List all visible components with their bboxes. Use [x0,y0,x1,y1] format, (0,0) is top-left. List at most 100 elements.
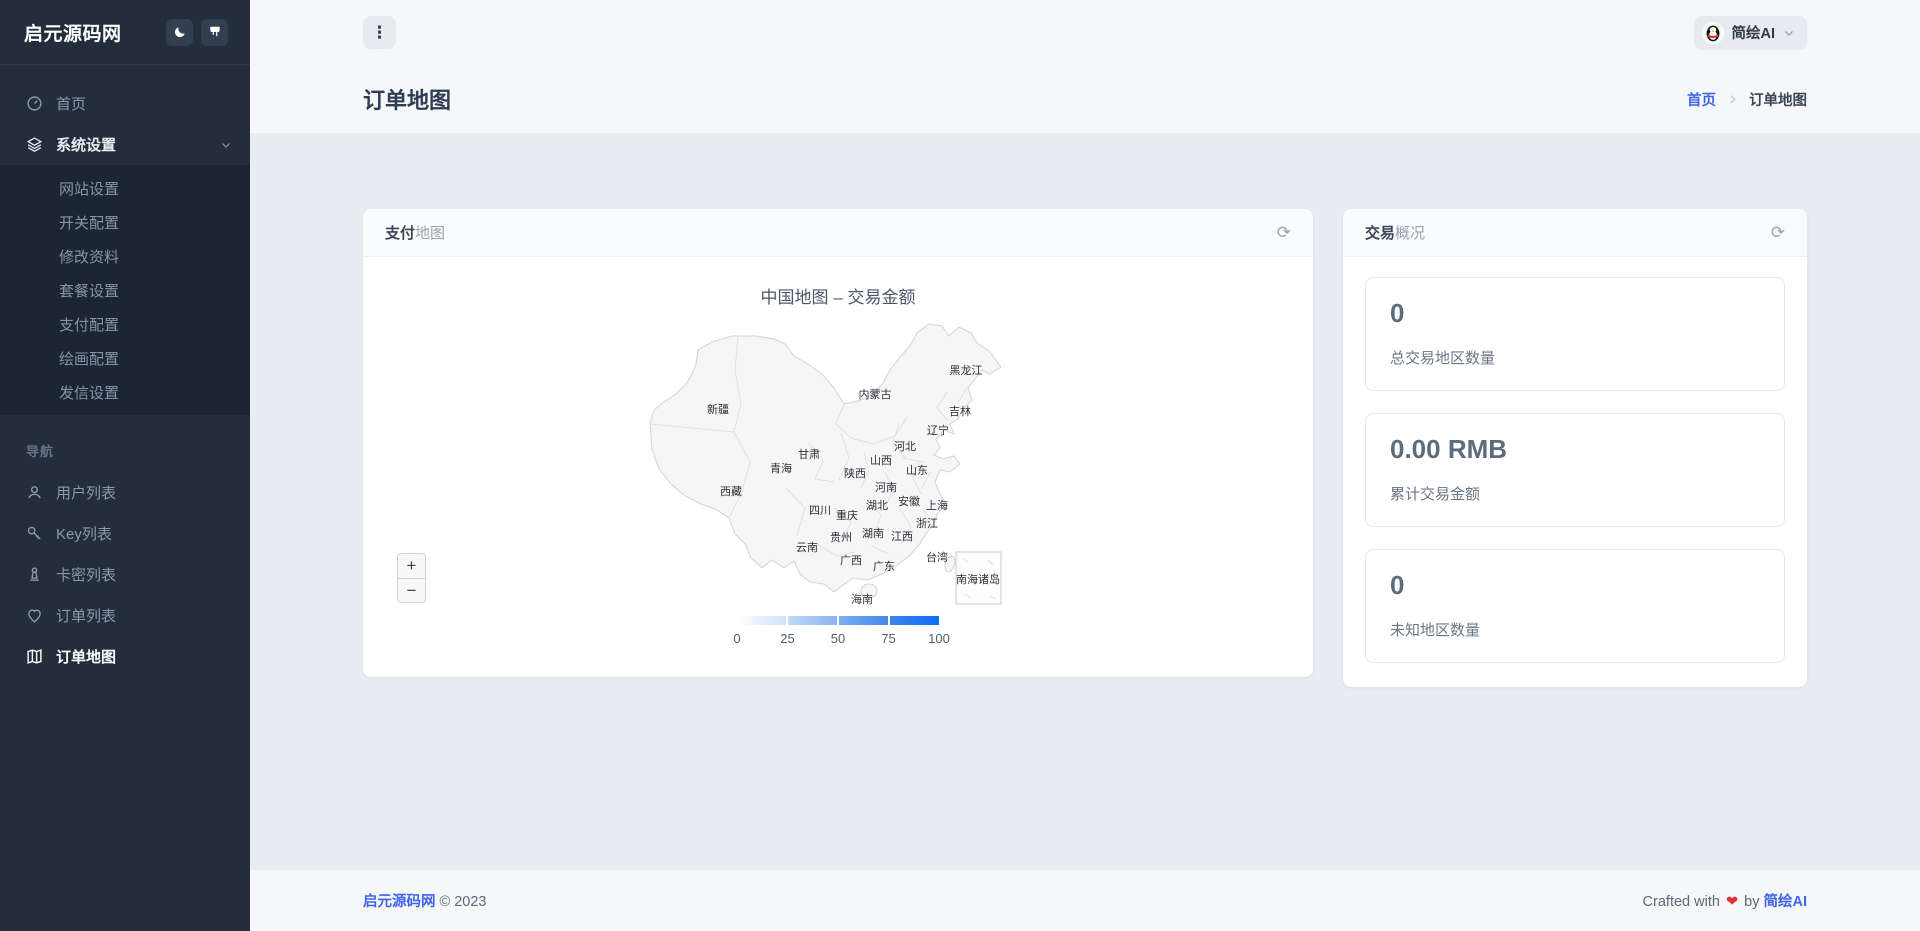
map-region-label[interactable]: 台湾 [926,550,948,564]
sidebar-subitem-switch-config[interactable]: 开关配置 [0,205,250,239]
map-region-label[interactable]: 湖北 [866,499,888,512]
footer-author-link[interactable]: 简绘AI [1764,894,1808,910]
legend-gradient-bar[interactable] [737,616,939,625]
map-region-label[interactable]: 青海 [770,461,792,475]
map-region-label[interactable]: 上海 [926,498,948,512]
map-region-label[interactable]: 吉林 [949,404,971,418]
stats-card-title: 交易概况 [1365,222,1425,243]
map-region-label[interactable]: 甘肃 [798,448,820,461]
topbar: ⋮ 简绘AI [250,0,1920,65]
legend-tick: 100 [928,631,950,646]
page-title: 订单地图 [363,83,451,115]
map-region-label[interactable]: 山西 [870,454,892,467]
map-region-label[interactable]: 山东 [906,464,928,477]
brush-icon [208,25,222,39]
map-region-label[interactable]: 广西 [840,554,862,567]
sidebar-item-home[interactable]: 首页 [0,83,250,124]
sidebar-item-system-settings[interactable]: 系统设置 [0,124,250,165]
stat-value: 0.00 RMB [1390,434,1760,465]
map-region-label[interactable]: 河南 [875,481,897,494]
user-menu[interactable]: 简绘AI [1694,16,1808,50]
sidebar-item-key-list[interactable]: Key列表 [0,513,250,554]
stamp-icon [26,566,43,583]
map-region-label[interactable]: 四川 [809,505,831,517]
footer-left: 启元源码网 © 2023 [363,890,487,911]
refresh-icon[interactable]: ⟳ [1277,224,1291,241]
breadcrumb-home-link[interactable]: 首页 [1687,89,1716,110]
sidebar-item-order-list[interactable]: 订单列表 [0,595,250,636]
map-region-label[interactable]: 陕西 [844,466,866,480]
stat-label: 总交易地区数量 [1390,347,1760,368]
map-region-label[interactable]: 江西 [891,530,913,543]
map-region-label[interactable]: 云南 [796,541,818,554]
footer-right: Crafted with ❤ by 简绘AI [1643,890,1807,911]
sidebar-subitem-plan-settings[interactable]: 套餐设置 [0,273,250,307]
sidebar-item-label: 用户列表 [56,482,232,503]
zoom-in-button[interactable]: + [398,554,425,578]
legend-tick: 25 [780,631,794,646]
sidebar-item-card-key-list[interactable]: 卡密列表 [0,554,250,595]
map-card-title: 支付地图 [385,222,445,243]
sidebar-item-label: 卡密列表 [56,564,232,585]
more-vertical-button[interactable]: ⋮ [363,16,396,49]
map-region-label[interactable]: 广东 [873,560,895,573]
avatar [1702,22,1724,44]
stat-label: 未知地区数量 [1390,619,1760,640]
stat-unknown-regions: 0 未知地区数量 [1365,549,1785,663]
user-name: 简绘AI [1732,22,1776,43]
map-region-label[interactable]: 湖南 [862,527,884,540]
map-region-label[interactable]: 新疆 [707,402,729,416]
map-region-label[interactable]: 浙江 [916,517,938,530]
zoom-out-button[interactable]: − [398,578,425,602]
chevron-right-icon [1726,93,1739,106]
map-card-header: 支付地图 ⟳ [363,209,1313,257]
qq-penguin-icon [1702,22,1724,44]
map-region-label[interactable]: 内蒙古 [859,387,892,401]
map-zoom-control: + − [397,553,426,603]
heart-icon: ❤ [1726,894,1738,910]
chevron-down-icon [220,139,232,151]
app-logo: 启元源码网 [24,19,122,46]
sidebar-subitem-edit-profile[interactable]: 修改资料 [0,239,250,273]
china-outline[interactable] [650,324,1001,592]
dark-mode-button[interactable] [166,19,193,46]
sidebar-subitem-payment-config[interactable]: 支付配置 [0,307,250,341]
map-region-label[interactable]: 海南 [851,592,873,606]
moon-icon [173,25,187,39]
sidebar-item-label: 系统设置 [56,134,207,155]
map-region-label[interactable]: 南海诸岛 [956,572,1000,586]
sidebar-subitem-site-settings[interactable]: 网站设置 [0,171,250,205]
transaction-overview-card: 交易概况 ⟳ 0 总交易地区数量 0.00 RMB 累计交易金额 0 [1343,209,1807,687]
footer-site-link[interactable]: 启元源码网 [363,894,436,910]
stat-total-regions: 0 总交易地区数量 [1365,277,1785,391]
sidebar-logo-bar: 启元源码网 [0,0,250,65]
breadcrumb: 首页 订单地图 [1687,89,1807,110]
map-region-label[interactable]: 河北 [894,440,916,453]
map-region-label[interactable]: 贵州 [830,531,852,544]
map-region-label[interactable]: 重庆 [836,508,858,522]
map-region-label[interactable]: 黑龙江 [950,364,983,377]
sidebar-item-order-map[interactable]: 订单地图 [0,636,250,677]
legend-tick: 50 [831,631,845,646]
footer-crafted-text: Crafted with [1643,894,1720,910]
user-icon [26,484,43,501]
footer-by-text: by [1744,894,1759,910]
china-map-svg[interactable]: 新疆西藏 青海甘肃 内蒙古 黑龙江吉林辽宁河北山西陕西 山东河南安徽上海四川重庆湖北浙江… [638,312,1038,618]
sidebar-section-label: 导航 [0,441,250,472]
sidebar-menu: 首页 系统设置 网站设置 开关配置 修改资料 套餐设置 支付配置 绘画配置 发信… [0,65,250,677]
refresh-icon[interactable]: ⟳ [1771,224,1785,241]
stat-total-amount: 0.00 RMB 累计交易金额 [1365,413,1785,527]
map-region-label[interactable]: 辽宁 [927,423,949,437]
map-region-label[interactable]: 西藏 [720,485,742,498]
legend-tick: 0 [733,631,740,646]
theme-button[interactable] [201,19,228,46]
stat-value: 0 [1390,298,1760,329]
sidebar-item-user-list[interactable]: 用户列表 [0,472,250,513]
map-legend: 0 25 50 75 100 [737,616,939,647]
breadcrumb-current: 订单地图 [1749,89,1807,110]
sidebar-subitem-mail-settings[interactable]: 发信设置 [0,375,250,409]
sidebar-subitem-drawing-config[interactable]: 绘画配置 [0,341,250,375]
key-icon [26,525,43,542]
chart-title: 中国地图 – 交易金额 [363,257,1313,308]
map-region-label[interactable]: 安徽 [898,494,920,508]
